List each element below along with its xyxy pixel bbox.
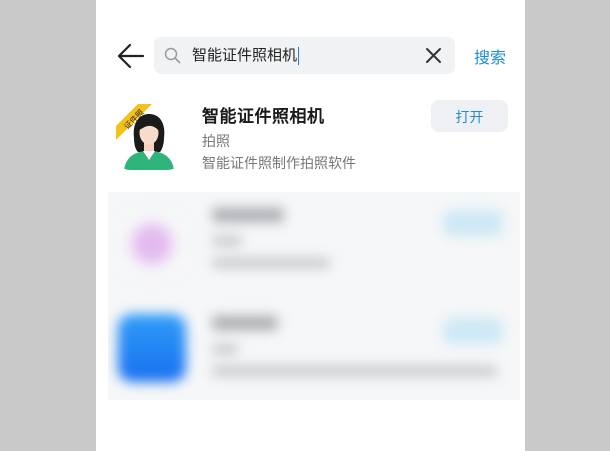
text-cursor <box>298 46 300 65</box>
blurred-app-icon <box>118 314 186 382</box>
search-result-item[interactable]: 证件照 智能证件照相机 拍照 智能证件照制作拍照软件 打开 <box>96 97 525 179</box>
back-button[interactable] <box>114 40 148 72</box>
blurred-result-item <box>108 192 520 292</box>
blurred-app-description <box>212 258 330 268</box>
app-icon: 证件照 <box>116 104 182 170</box>
app-description: 智能证件照制作拍照软件 <box>202 156 356 172</box>
search-icon <box>164 47 181 64</box>
blurred-app-name <box>212 316 278 330</box>
search-query-text: 智能证件照相机 <box>192 46 298 64</box>
app-category: 拍照 <box>202 134 230 150</box>
open-app-button[interactable]: 打开 <box>431 100 508 132</box>
blurred-app-name <box>212 208 284 222</box>
blurred-app-button <box>443 318 503 344</box>
blurred-app-category <box>212 344 238 354</box>
id-photo-app-logo <box>116 104 182 170</box>
close-icon[interactable] <box>424 46 443 65</box>
blurred-result-item <box>108 300 520 400</box>
search-input[interactable]: 智能证件照相机 <box>192 37 300 74</box>
blurred-results <box>108 192 520 400</box>
search-button[interactable]: 搜索 <box>474 44 506 68</box>
blurred-app-button <box>443 210 503 236</box>
app-screen: 智能证件照相机 搜索 证件照 智能证件照相机 拍照 智能证件照制作拍照软件 打开 <box>96 0 525 451</box>
app-name: 智能证件照相机 <box>202 107 325 127</box>
blurred-app-description <box>212 366 497 376</box>
blurred-app-category <box>212 236 242 246</box>
back-arrow-icon <box>117 43 145 69</box>
blurred-app-icon <box>118 210 186 278</box>
search-bar[interactable]: 智能证件照相机 <box>154 37 455 74</box>
